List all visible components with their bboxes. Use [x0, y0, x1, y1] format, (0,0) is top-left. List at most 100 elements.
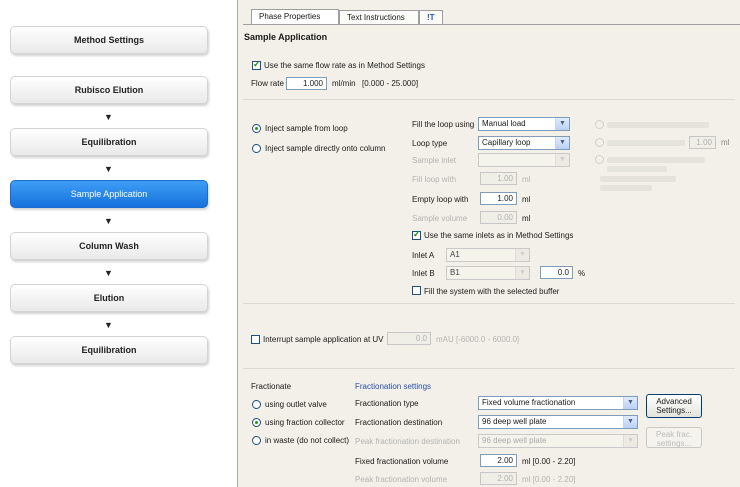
- fixed-fractionation-volume-label: Fixed fractionation volume: [355, 457, 449, 466]
- sample-volume-unit: ml: [522, 214, 531, 223]
- fill-loop-with-input: 1.00: [480, 172, 517, 185]
- flow-rate-input[interactable]: 1.000: [286, 77, 327, 90]
- dim-option-text: [607, 122, 709, 128]
- dim-option-text: [600, 176, 676, 182]
- inlet-a-value: A1: [450, 250, 460, 259]
- sample-inlet-select: ▼: [478, 153, 570, 167]
- chevron-down-icon: ▼: [623, 416, 637, 428]
- sample-inlet-label: Sample inlet: [412, 156, 457, 165]
- empty-loop-with-label: Empty loop with: [412, 195, 469, 204]
- step-sample-application[interactable]: Sample Application: [10, 180, 208, 208]
- inject-from-loop-label: Inject sample from loop: [265, 124, 348, 133]
- fill-system-label: Fill the system with the selected buffer: [424, 287, 560, 296]
- fill-loop-using-select[interactable]: Manual load ▼: [478, 117, 570, 131]
- tab-text-instructions[interactable]: Text Instructions: [339, 10, 419, 24]
- interrupt-uv-checkbox[interactable]: [251, 335, 260, 344]
- tab-phase-properties[interactable]: Phase Properties: [251, 9, 339, 24]
- step-elution[interactable]: Elution: [10, 284, 208, 312]
- fractionate-heading: Fractionate: [251, 382, 292, 391]
- dim-volume-input: 1.00: [689, 136, 716, 149]
- sample-volume-label: Sample volume: [412, 214, 468, 223]
- interrupt-uv-input: 0.0: [387, 332, 431, 345]
- inlet-b-percent-input[interactable]: 0.0: [540, 266, 573, 279]
- loop-type-select[interactable]: Capillary loop ▼: [478, 136, 570, 150]
- step-method-settings[interactable]: Method Settings: [10, 26, 208, 54]
- chevron-down-icon: ▼: [623, 435, 637, 447]
- peak-destination-select: 96 deep well plate ▼: [478, 434, 638, 448]
- inlet-b-label: Inlet B: [412, 269, 435, 278]
- fractionate-waste-label: in waste (do not collect): [265, 436, 350, 445]
- same-flow-rate-checkbox[interactable]: [252, 59, 261, 70]
- fractionation-type-label: Fractionation type: [355, 399, 419, 408]
- loop-type-value: Capillary loop: [482, 138, 531, 147]
- fractionation-destination-label: Fractionation destination: [355, 418, 443, 427]
- inlet-b-select: B1 ▼: [446, 266, 530, 280]
- fractionation-type-value: Fixed volume fractionation: [482, 398, 576, 407]
- loop-type-label: Loop type: [412, 139, 448, 148]
- sample-volume-input: 0.00: [480, 211, 517, 224]
- peak-fractionation-volume-input: 2.00: [480, 472, 517, 485]
- down-arrow-icon: ▼: [104, 268, 113, 278]
- flow-rate-range: [0.000 - 25.000]: [362, 79, 419, 88]
- peak-fractionation-volume-label: Peak fractionation volume: [355, 475, 448, 484]
- tab-notes-icon[interactable]: !T: [419, 10, 443, 24]
- fractionation-destination-value: 96 deep well plate: [482, 417, 547, 426]
- divider: [243, 368, 735, 369]
- inlet-b-value: B1: [450, 268, 460, 277]
- fixed-fractionation-volume-input[interactable]: 2.00: [480, 454, 517, 467]
- step-equilibration[interactable]: Equilibration: [10, 128, 208, 156]
- fractionate-waste-radio[interactable]: [252, 436, 261, 445]
- down-arrow-icon: ▼: [104, 112, 113, 122]
- fill-system-checkbox[interactable]: [412, 286, 421, 295]
- fill-loop-using-value: Manual load: [482, 119, 526, 128]
- fractionate-outlet-valve-radio[interactable]: [252, 400, 261, 409]
- step-equilibration-2[interactable]: Equilibration: [10, 336, 208, 364]
- chevron-down-icon: ▼: [555, 118, 569, 130]
- dim-option-radio: [595, 120, 604, 129]
- dim-option-radio: [595, 138, 604, 147]
- flow-rate-unit: ml/min: [332, 79, 356, 88]
- advanced-settings-button[interactable]: Advanced Settings...: [646, 394, 702, 418]
- chevron-down-icon: ▼: [555, 137, 569, 149]
- fill-loop-using-label: Fill the loop using: [412, 120, 475, 129]
- same-flow-rate-label: Use the same flow rate as in Method Sett…: [264, 61, 425, 70]
- inject-direct-radio[interactable]: [252, 144, 261, 153]
- flow-rate-label: Flow rate: [251, 79, 284, 88]
- empty-loop-with-input[interactable]: 1.00: [480, 192, 517, 205]
- same-inlets-checkbox[interactable]: [412, 229, 421, 240]
- interrupt-uv-range: mAU [-6000.0 - 6000.0]: [436, 335, 520, 344]
- interrupt-uv-label: Interrupt sample application at UV: [263, 335, 384, 344]
- peak-fractionation-volume-range: ml [0.00 - 2.20]: [522, 475, 576, 484]
- peak-destination-label: Peak fractionation destination: [355, 437, 460, 446]
- section-title: Sample Application: [244, 32, 328, 42]
- dim-option-text: [607, 157, 705, 163]
- divider: [243, 303, 735, 304]
- fill-loop-with-unit: ml: [522, 175, 531, 184]
- tab-divider: [243, 24, 740, 25]
- dim-volume-unit: ml: [721, 138, 730, 147]
- step-column-wash[interactable]: Column Wash: [10, 232, 208, 260]
- down-arrow-icon: ▼: [104, 320, 113, 330]
- fractionation-type-select[interactable]: Fixed volume fractionation ▼: [478, 396, 638, 410]
- fixed-fractionation-volume-range: ml [0.00 - 2.20]: [522, 457, 576, 466]
- dim-option-text: [607, 140, 685, 146]
- chevron-down-icon: ▼: [623, 397, 637, 409]
- chevron-down-icon: ▼: [515, 249, 529, 261]
- same-inlets-label: Use the same inlets as in Method Setting…: [424, 231, 574, 240]
- fractionate-outlet-valve-label: using outlet valve: [265, 400, 327, 409]
- chevron-down-icon: ▼: [555, 154, 569, 166]
- dim-option-radio: [595, 155, 604, 164]
- dim-option-text: [607, 166, 667, 172]
- dim-option-text: [600, 185, 652, 191]
- fill-loop-with-label: Fill loop with: [412, 175, 457, 184]
- fractionation-settings-heading: Fractionation settings: [355, 382, 432, 391]
- fractionation-destination-select[interactable]: 96 deep well plate ▼: [478, 415, 638, 429]
- fractionate-collector-radio[interactable]: [252, 418, 261, 427]
- inject-from-loop-radio[interactable]: [252, 124, 261, 133]
- peak-frac-settings-button: Peak frac. settings...: [646, 427, 702, 448]
- empty-loop-with-unit: ml: [522, 195, 531, 204]
- down-arrow-icon: ▼: [104, 164, 113, 174]
- fractionate-collector-label: using fraction collector: [265, 418, 345, 427]
- step-rubisco-elution[interactable]: Rubisco Elution: [10, 76, 208, 104]
- down-arrow-icon: ▼: [104, 216, 113, 226]
